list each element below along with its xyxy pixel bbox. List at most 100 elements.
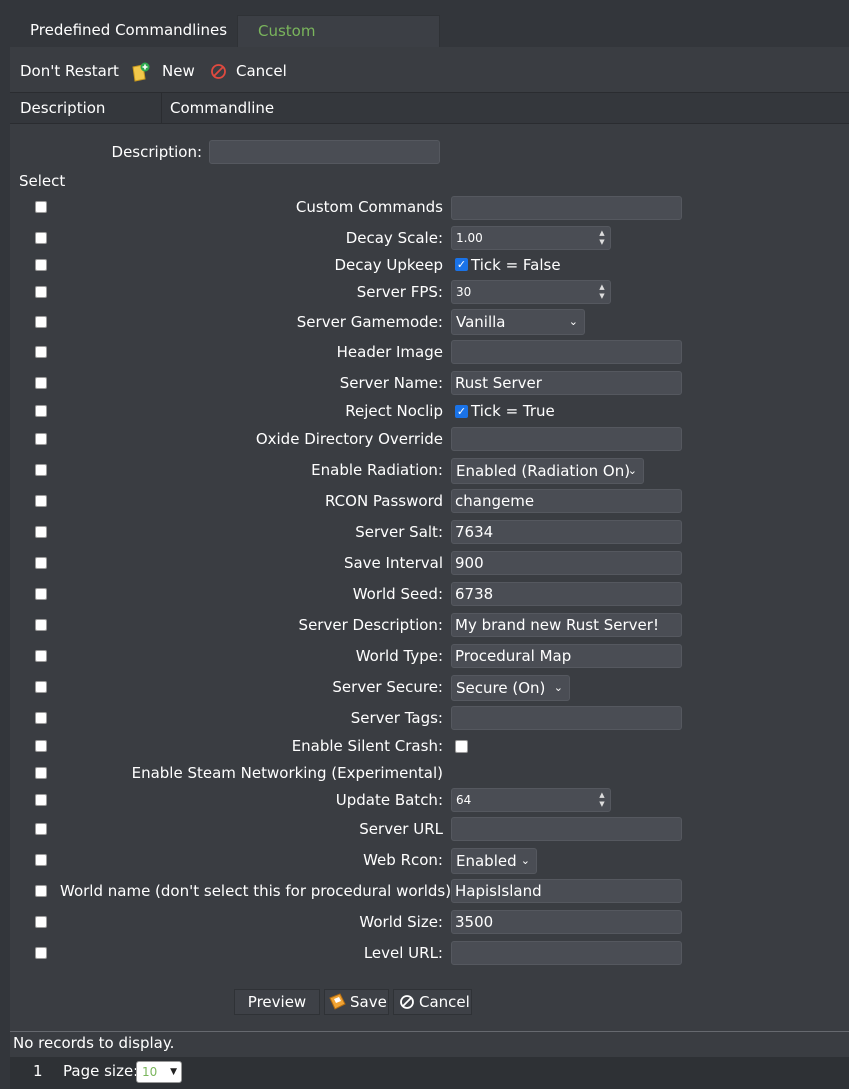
update-batch-spinner[interactable]: ▲ ▼ [596,791,608,809]
world-type-label: World Type: [355,647,443,665]
rcon-password-input[interactable]: changeme [451,489,682,513]
tab-custom-commandlines[interactable]: Custom Commandlines [237,15,440,70]
decay-scale-input[interactable]: 1.00 ▲ ▼ [451,226,611,250]
enable-radiation-select[interactable]: Enabled (Radiation On) ⌄ [451,458,644,484]
select-checkbox-server-tags[interactable] [35,712,47,724]
world-size-label: World Size: [359,913,443,931]
oxide-directory-input[interactable] [451,427,682,451]
column-header-commandline[interactable]: Commandline [170,93,274,124]
select-checkbox-decay-scale[interactable] [35,232,47,244]
server-url-input[interactable] [451,817,682,841]
select-checkbox-reject-noclip[interactable] [35,405,47,417]
chevron-down-icon: ⌄ [520,854,530,867]
select-checkbox-steam-networking[interactable] [35,767,47,779]
page-size-value: 10 [142,1065,158,1079]
world-type-input[interactable]: Procedural Map [451,644,682,668]
select-checkbox-server-description[interactable] [35,619,47,631]
select-checkbox-enable-radiation[interactable] [35,464,47,476]
select-checkbox-silent-crash[interactable] [35,740,47,752]
form-cancel-button[interactable]: Cancel [393,989,472,1015]
select-checkbox-rcon-password[interactable] [35,495,47,507]
select-checkbox-server-salt[interactable] [35,526,47,538]
select-checkbox-update-batch[interactable] [35,794,47,806]
select-checkbox-decay-upkeep[interactable] [35,259,47,271]
server-gamemode-label: Server Gamemode: [296,313,443,331]
select-checkbox-level-url[interactable] [35,947,47,959]
decay-upkeep-checkbox[interactable]: ✓ [455,258,468,271]
enable-radiation-value: Enabled (Radiation On) [456,462,631,480]
server-fps-spinner[interactable]: ▲ ▼ [596,283,608,301]
select-checkbox-world-seed[interactable] [35,588,47,600]
column-header-description[interactable]: Description [20,93,105,124]
caret-down-icon: ▼ [170,1067,177,1077]
description-label: Description: [111,143,202,161]
silent-crash-label: Enable Silent Crash: [291,737,443,755]
server-fps-value: 30 [456,285,472,299]
reject-noclip-checkbox[interactable]: ✓ [455,405,468,418]
update-batch-input[interactable]: 64 ▲ ▼ [451,788,611,812]
select-checkbox-server-name[interactable] [35,377,47,389]
server-secure-select[interactable]: Secure (On) ⌄ [451,675,570,701]
select-checkbox-header-image[interactable] [35,346,47,358]
no-records-message: No records to display. [13,1034,175,1052]
chevron-down-icon: ⌄ [568,315,578,328]
select-checkbox-world-type[interactable] [35,650,47,662]
select-checkbox-world-size[interactable] [35,916,47,928]
save-interval-label: Save Interval [343,554,443,572]
server-tags-label: Server Tags: [350,709,443,727]
save-interval-input[interactable]: 900 [451,551,682,575]
select-checkbox-custom-commands[interactable] [35,201,47,213]
server-name-input[interactable]: Rust Server [451,371,682,395]
description-input[interactable] [209,140,440,164]
header-image-input[interactable] [451,340,682,364]
page-number[interactable]: 1 [33,1062,43,1080]
web-rcon-select[interactable]: Enabled ⌄ [451,848,537,874]
web-rcon-value: Enabled [456,852,517,870]
cancel-button[interactable]: Cancel [236,52,287,92]
silent-crash-checkbox[interactable] [455,740,468,753]
preview-button[interactable]: Preview [234,989,320,1015]
server-gamemode-select[interactable]: Vanilla ⌄ [451,309,585,335]
save-button-label: Save [350,993,387,1011]
reject-noclip-tick-text: Tick = True [471,402,555,420]
dont-restart-button[interactable]: Don't Restart [20,52,119,92]
select-checkbox-world-name[interactable] [35,885,47,897]
select-checkbox-server-fps[interactable] [35,286,47,298]
server-name-label: Server Name: [339,374,443,392]
form-cancel-button-label: Cancel [419,993,470,1011]
server-fps-input[interactable]: 30 ▲ ▼ [451,280,611,304]
new-icon[interactable] [131,62,151,82]
page-size-select[interactable]: 10 ▼ [136,1061,182,1083]
cancel-icon [400,995,414,1009]
world-name-label: World name (don't select this for proced… [60,882,457,900]
save-icon [329,993,346,1010]
decay-upkeep-tick-text: Tick = False [471,256,561,274]
server-description-input[interactable]: My brand new Rust Server! [451,613,682,637]
select-checkbox-save-interval[interactable] [35,557,47,569]
server-gamemode-value: Vanilla [456,313,506,331]
level-url-label: Level URL: [363,944,443,962]
select-checkbox-server-gamemode[interactable] [35,316,47,328]
save-button[interactable]: Save [324,989,389,1015]
rcon-password-label: RCON Password [324,492,443,510]
cancel-icon[interactable] [210,63,227,80]
decay-scale-spinner[interactable]: ▲ ▼ [596,229,608,247]
server-secure-value: Secure (On) [456,679,546,697]
server-salt-input[interactable]: 7634 [451,520,682,544]
new-button[interactable]: New [162,52,195,92]
world-size-input[interactable]: 3500 [451,910,682,934]
decay-upkeep-label: Decay Upkeep [334,256,444,274]
select-checkbox-oxide-directory[interactable] [35,433,47,445]
web-rcon-label: Web Rcon: [363,851,443,869]
world-name-input[interactable]: HapisIsland [451,879,682,903]
world-seed-input[interactable]: 6738 [451,582,682,606]
select-checkbox-web-rcon[interactable] [35,854,47,866]
level-url-input[interactable] [451,941,682,965]
steam-networking-label: Enable Steam Networking (Experimental) [131,764,443,782]
tab-predefined-commandlines[interactable]: Predefined Commandlines [10,15,247,47]
select-checkbox-server-secure[interactable] [35,681,47,693]
server-tags-input[interactable] [451,706,682,730]
select-checkbox-server-url[interactable] [35,823,47,835]
server-url-label: Server URL [359,820,443,838]
custom-commands-input[interactable] [451,196,682,220]
